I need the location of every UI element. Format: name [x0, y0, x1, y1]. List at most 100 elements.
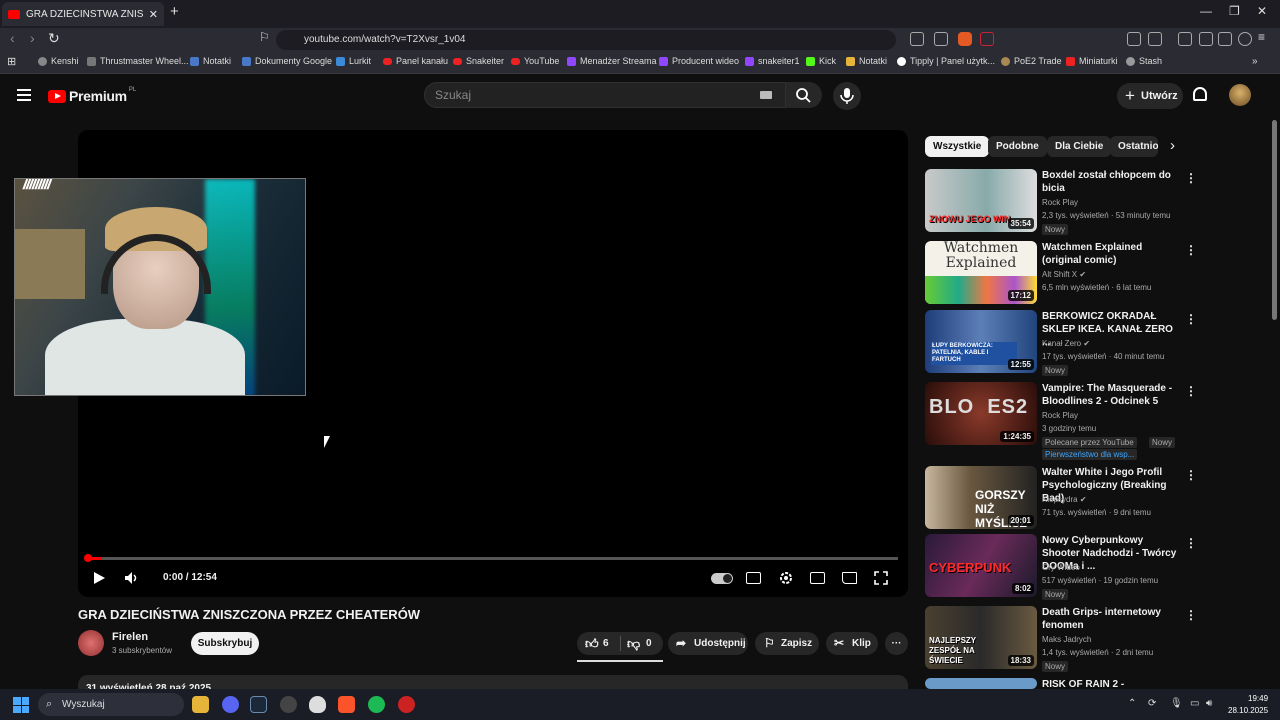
theater-mode-icon[interactable] [810, 572, 825, 584]
close-window-icon[interactable]: ✕ [1257, 4, 1267, 18]
wallet-icon[interactable] [1199, 32, 1213, 46]
bookmark-item[interactable]: Panel kanału [383, 56, 448, 66]
more-options-icon[interactable]: ⋮ [1185, 384, 1197, 398]
video-title[interactable]: RISK OF RAIN 2 - ROGUELIKE [1042, 678, 1182, 689]
thumbnail[interactable]: CYBERPUNK 8:02 [925, 534, 1037, 597]
progress-bar[interactable] [84, 554, 898, 562]
taskbar-search[interactable]: ⌕ Wyszukaj [38, 693, 184, 716]
dislike-icon[interactable]: 👎︎ [627, 632, 640, 655]
subscribe-button[interactable]: Subskrybuj [191, 632, 259, 655]
like-icon[interactable]: 👍︎ [585, 632, 599, 655]
chip-recent[interactable]: Ostatnio [1110, 136, 1158, 157]
brave-browser-icon[interactable] [338, 696, 355, 713]
url-field[interactable]: youtube.com/watch?v=T2Xvsr_1v04 [276, 30, 896, 50]
maximize-icon[interactable]: ❐ [1229, 4, 1240, 18]
leo-ai-icon[interactable] [1218, 32, 1232, 46]
thumbnail[interactable]: ZNOWU JEGO WIN 35:54 [925, 169, 1037, 232]
keyboard-icon[interactable] [760, 91, 772, 99]
channel-name[interactable]: Alt Shift X ✔ [1042, 270, 1086, 279]
more-options-icon[interactable]: ⋮ [1185, 171, 1197, 185]
bookmark-item[interactable]: Snakeiter [453, 56, 504, 66]
more-actions-icon[interactable]: ··· [885, 632, 908, 655]
discord-icon[interactable] [222, 696, 239, 713]
obs-icon[interactable] [280, 696, 297, 713]
thumbnail[interactable]: Watchmen Explained 17:12 [925, 241, 1037, 304]
more-options-icon[interactable]: ⋮ [1185, 536, 1197, 550]
bookmark-item[interactable]: Notatki [190, 56, 231, 66]
back-icon[interactable]: ‹ [10, 30, 15, 46]
channel-name[interactable]: Maks Jadrych [1042, 635, 1091, 644]
more-options-icon[interactable]: ⋮ [1185, 312, 1197, 326]
account-avatar[interactable] [1229, 84, 1251, 106]
reload-icon[interactable]: ↻ [48, 30, 60, 47]
thumbnail[interactable]: BLO ES2 1:24:35 [925, 382, 1037, 445]
notifications-bell-icon[interactable] [1193, 87, 1207, 101]
more-options-icon[interactable]: ⋮ [1185, 468, 1197, 482]
extensions-icon[interactable] [1127, 32, 1141, 46]
minimize-icon[interactable]: — [1200, 4, 1212, 18]
save-button[interactable]: ⚐ Zapisz [755, 632, 819, 655]
bookmark-item[interactable]: Stash [1126, 56, 1162, 66]
tray-sync-icon[interactable]: ⟳ [1148, 698, 1156, 709]
chip-related[interactable]: Podobne [988, 136, 1047, 157]
vpn-shield-icon[interactable] [309, 696, 326, 713]
video-title[interactable]: Vampire: The Masquerade - Bloodlines 2 -… [1042, 382, 1182, 408]
bookmark-item[interactable]: Producent wideo [659, 56, 739, 66]
chevron-right-icon[interactable]: › [1170, 137, 1175, 154]
file-explorer-icon[interactable] [192, 696, 209, 713]
close-tab-icon[interactable]: ✕ [149, 8, 158, 21]
search-button[interactable] [786, 82, 822, 108]
steam-icon[interactable] [250, 696, 267, 713]
bookmark-item[interactable]: Tipply | Panel użytk... [897, 56, 995, 66]
thumbnail[interactable]: NAJLEPSZY ZESPÓŁ NA ŚWIECIE 18:33 [925, 606, 1037, 669]
apps-grid-icon[interactable]: ⊞ [7, 55, 16, 68]
recommendation-item[interactable]: RISK OF RAIN 2 - ROGUELIKE [925, 678, 1195, 689]
channel-name[interactable]: Gry Wideo [1042, 563, 1080, 572]
sidebar-toggle-icon[interactable] [1178, 32, 1192, 46]
bookmark-item[interactable]: PoE2 Trade [1001, 56, 1062, 66]
share-page-icon[interactable] [934, 32, 948, 46]
tray-volume-icon[interactable]: 🔊︎ [1206, 698, 1212, 709]
bookmark-item[interactable]: YouTube [511, 56, 559, 66]
search-input[interactable]: Szukaj [424, 82, 786, 108]
bookmark-item[interactable]: Miniaturki [1066, 56, 1118, 66]
fullscreen-icon[interactable] [874, 571, 888, 585]
bookmark-item[interactable]: Menadżer Streama [567, 56, 657, 66]
more-options-icon[interactable]: ⋮ [1185, 608, 1197, 622]
share-button[interactable]: ➦ Udostępnij [668, 632, 748, 655]
brave-shield-icon[interactable] [958, 32, 972, 46]
chip-all[interactable]: Wszystkie [925, 136, 990, 157]
clip-button[interactable]: ✂ Klip [826, 632, 878, 655]
forward-icon[interactable]: › [30, 30, 35, 46]
tray-display-icon[interactable]: ▭ [1190, 698, 1199, 709]
windows-start-icon[interactable] [13, 697, 29, 713]
like-count[interactable]: 6 [603, 632, 609, 655]
bookmark-item[interactable]: Notatki [846, 56, 887, 66]
thumbnail[interactable]: GORSZY NIŻ MYŚLISZ 20:01 [925, 466, 1037, 529]
video-title[interactable]: Watchmen Explained (original comic) [1042, 241, 1182, 267]
reading-list-icon[interactable] [1148, 32, 1162, 46]
cast-icon[interactable] [910, 32, 924, 46]
progress-scrubber[interactable] [84, 554, 92, 562]
more-options-icon[interactable]: ⋮ [1185, 243, 1197, 257]
settings-gear-icon[interactable] [778, 570, 794, 586]
more-bookmarks-icon[interactable]: » [1252, 56, 1258, 67]
chip-for-you[interactable]: Dla Ciebie [1047, 136, 1112, 157]
new-tab-icon[interactable]: + [170, 3, 179, 20]
page-scrollbar[interactable] [1272, 120, 1277, 320]
video-title[interactable]: Death Grips- internetowy fenomen [1042, 606, 1182, 632]
bookmark-icon[interactable]: ⚐ [259, 30, 270, 44]
vpn-icon[interactable] [1238, 32, 1252, 46]
dislike-count[interactable]: 0 [646, 632, 652, 655]
channel-name[interactable]: Rock Play [1042, 198, 1078, 207]
channel-name[interactable]: Rock Play [1042, 411, 1078, 420]
volume-icon[interactable] [124, 571, 140, 585]
tray-chevron-up-icon[interactable]: ⌃ [1128, 698, 1136, 709]
create-button[interactable]: + Utwórz [1117, 83, 1183, 109]
hamburger-menu-icon[interactable] [17, 89, 31, 104]
subtitles-icon[interactable] [746, 572, 761, 584]
bookmark-item[interactable]: Thrustmaster Wheel... [87, 56, 189, 66]
channel-name[interactable]: Klepsydra ✔ [1042, 495, 1087, 504]
tray-mic-icon[interactable]: 🎙︎ [1170, 698, 1183, 709]
channel-name[interactable]: Kanał Zero ✔ [1042, 339, 1090, 348]
